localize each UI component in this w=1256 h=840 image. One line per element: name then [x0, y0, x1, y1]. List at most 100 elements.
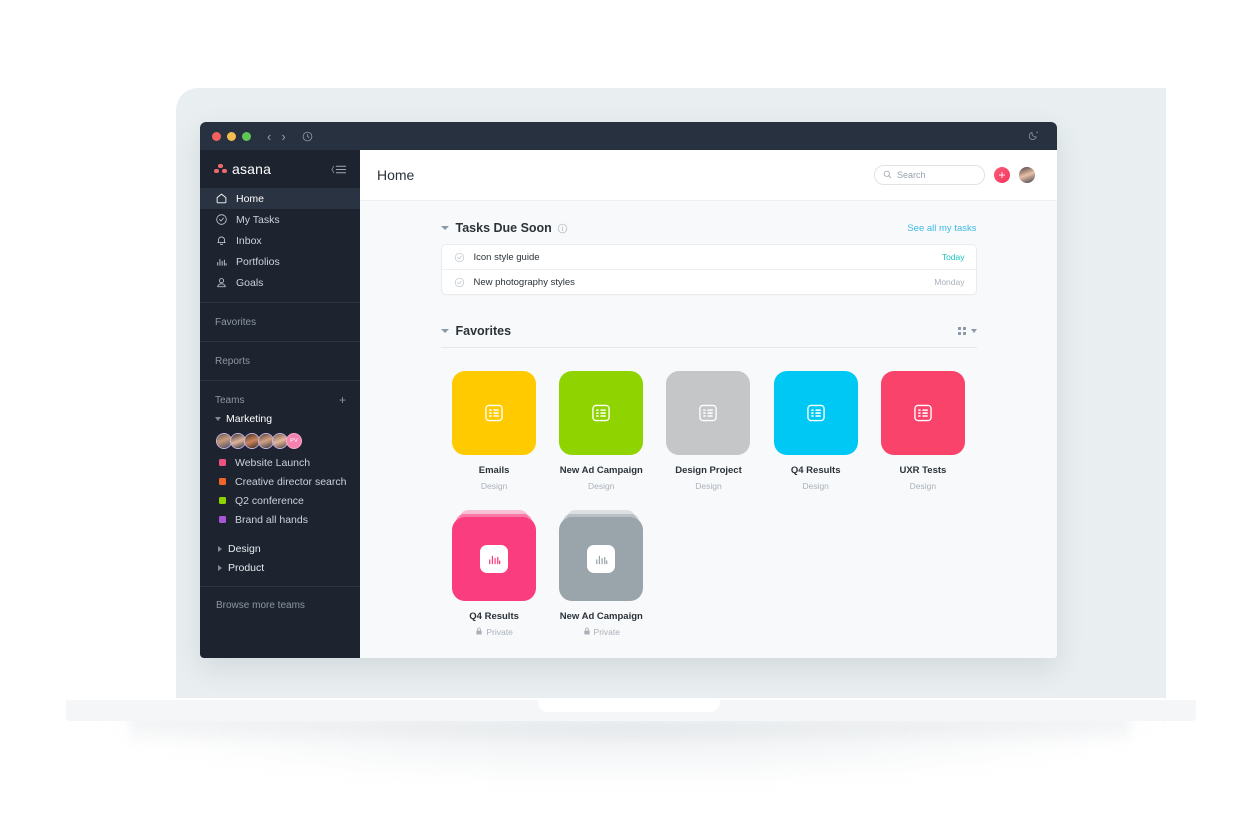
- project-tile[interactable]: [559, 371, 644, 455]
- info-icon[interactable]: [557, 223, 568, 234]
- project-color-dot: [219, 497, 226, 504]
- browse-more-teams-link[interactable]: Browse more teams: [200, 596, 360, 614]
- tasks-due-soon-header: Tasks Due Soon See all my tasks: [440, 221, 977, 235]
- portfolio-tile[interactable]: [452, 510, 537, 601]
- project-tile[interactable]: [773, 371, 858, 455]
- see-all-my-tasks-link[interactable]: See all my tasks: [907, 223, 976, 234]
- team-member-avatars: PV: [200, 428, 360, 453]
- portfolio-chart-icon: [587, 545, 616, 573]
- asana-dots-icon: [214, 163, 227, 175]
- minimize-button[interactable]: [227, 131, 236, 141]
- check-circle-icon: [215, 213, 228, 226]
- sidebar-section-favorites[interactable]: Favorites: [200, 312, 360, 332]
- sidebar-section-reports[interactable]: Reports: [200, 351, 360, 371]
- list-icon: [806, 404, 825, 422]
- project-label: Q2 conference: [235, 494, 304, 507]
- search-input[interactable]: Search: [874, 165, 985, 185]
- chevron-down-icon[interactable]: [440, 329, 449, 333]
- list-icon: [914, 404, 932, 422]
- topbar: Home Search +: [360, 150, 1057, 201]
- maximize-button[interactable]: [242, 131, 251, 141]
- brand-wordmark: asana: [232, 161, 272, 177]
- add-button[interactable]: +: [994, 167, 1010, 183]
- project-tile[interactable]: [880, 371, 965, 455]
- project-website-launch[interactable]: Website Launch: [200, 453, 360, 472]
- list-item[interactable]: New Ad Campaign Private: [548, 510, 655, 637]
- chevron-right-icon: [218, 564, 222, 571]
- team-design[interactable]: Design: [200, 539, 360, 558]
- grid-view-icon[interactable]: [957, 327, 977, 335]
- card-subtitle-text: Design: [588, 481, 615, 491]
- sidebar: asana Home My Tasks Inbox Portfolios Goa…: [200, 150, 360, 658]
- card-subtitle: Design: [802, 481, 828, 491]
- card-subtitle-text: Design: [909, 481, 937, 491]
- tasks-due-soon-card: Icon style guide Today New photography s…: [440, 244, 977, 295]
- main-area: Home Search + Tasks Due Soon See all my …: [360, 150, 1057, 658]
- list-item[interactable]: Emails Design: [441, 371, 548, 491]
- sidebar-item-label: Portfolios: [236, 255, 280, 268]
- project-creative-director-search[interactable]: Creative director search: [200, 472, 360, 491]
- card-title: Design Project: [675, 465, 742, 476]
- moon-icon[interactable]: [1028, 130, 1039, 141]
- goal-icon: [215, 276, 228, 289]
- chevron-down-icon: [215, 417, 221, 421]
- sidebar-item-portfolios[interactable]: Portfolios: [200, 251, 360, 272]
- sidebar-item-inbox[interactable]: Inbox: [200, 230, 360, 251]
- window-titlebar: ‹ ›: [200, 122, 1057, 150]
- team-product[interactable]: Product: [200, 558, 360, 577]
- table-row[interactable]: Icon style guide Today: [441, 245, 976, 270]
- favorites-grid-row-1: Emails Design New Ad Campaign Design Des…: [441, 371, 977, 491]
- project-label: Website Launch: [235, 456, 311, 469]
- avatar-initials[interactable]: PV: [286, 433, 302, 449]
- list-item[interactable]: Design Project Design: [655, 371, 762, 491]
- project-tile[interactable]: [452, 371, 537, 455]
- card-title: New Ad Campaign: [559, 465, 643, 476]
- card-subtitle: Design: [588, 481, 614, 491]
- sidebar-item-my-tasks[interactable]: My Tasks: [200, 209, 360, 230]
- project-tile[interactable]: [666, 371, 751, 455]
- portfolio-chart-icon: [480, 545, 509, 573]
- task-due-date: Today: [941, 252, 965, 262]
- project-label: Brand all hands: [235, 513, 308, 526]
- table-row[interactable]: New photography styles Monday: [442, 270, 976, 294]
- list-item[interactable]: New Ad Campaign Design: [548, 371, 655, 491]
- card-subtitle-text: Design: [695, 481, 722, 491]
- sidebar-section-label: Favorites: [215, 316, 257, 328]
- chevron-down-icon[interactable]: [440, 226, 449, 230]
- sidebar-item-goals[interactable]: Goals: [200, 272, 360, 293]
- collapse-sidebar-icon[interactable]: [330, 164, 347, 175]
- sidebar-item-label: My Tasks: [236, 213, 280, 226]
- card-subtitle-text: Private: [486, 627, 513, 637]
- check-circle-icon[interactable]: [454, 277, 465, 288]
- list-item[interactable]: Q4 Results Private: [441, 510, 548, 637]
- sidebar-section-label: Teams: [215, 394, 245, 406]
- close-button[interactable]: [212, 131, 221, 141]
- project-brand-all-hands[interactable]: Brand all hands: [200, 510, 360, 529]
- clock-icon[interactable]: [302, 131, 313, 142]
- search-placeholder: Search: [897, 170, 926, 180]
- forward-icon[interactable]: ›: [281, 130, 285, 143]
- list-item[interactable]: Q4 Results Design: [762, 371, 869, 491]
- project-q2-conference[interactable]: Q2 conference: [200, 491, 360, 510]
- user-avatar[interactable]: [1019, 167, 1035, 183]
- check-circle-icon[interactable]: [454, 252, 465, 263]
- lock-icon: [583, 627, 591, 637]
- team-marketing[interactable]: Marketing: [200, 410, 360, 428]
- back-icon[interactable]: ‹: [267, 130, 271, 143]
- task-due-date: Monday: [934, 277, 965, 287]
- add-team-icon[interactable]: +: [339, 394, 346, 406]
- task-name: New photography styles: [473, 276, 575, 288]
- team-label: Product: [228, 561, 265, 574]
- sidebar-divider: [200, 380, 360, 381]
- card-subtitle: Design: [695, 481, 721, 491]
- favorites-grid-row-2: Q4 Results Private New Ad Campaign Priva…: [441, 510, 977, 637]
- sidebar-divider: [200, 341, 360, 342]
- list-item[interactable]: UXR Tests Design: [869, 371, 976, 491]
- card-title: Q4 Results: [790, 465, 841, 476]
- portfolio-tile[interactable]: [559, 510, 644, 601]
- lock-icon: [475, 627, 483, 637]
- section-title: Favorites: [455, 324, 512, 338]
- favorites-divider: [440, 347, 977, 348]
- sidebar-item-home[interactable]: Home: [200, 188, 360, 209]
- asana-logo[interactable]: asana: [214, 161, 271, 177]
